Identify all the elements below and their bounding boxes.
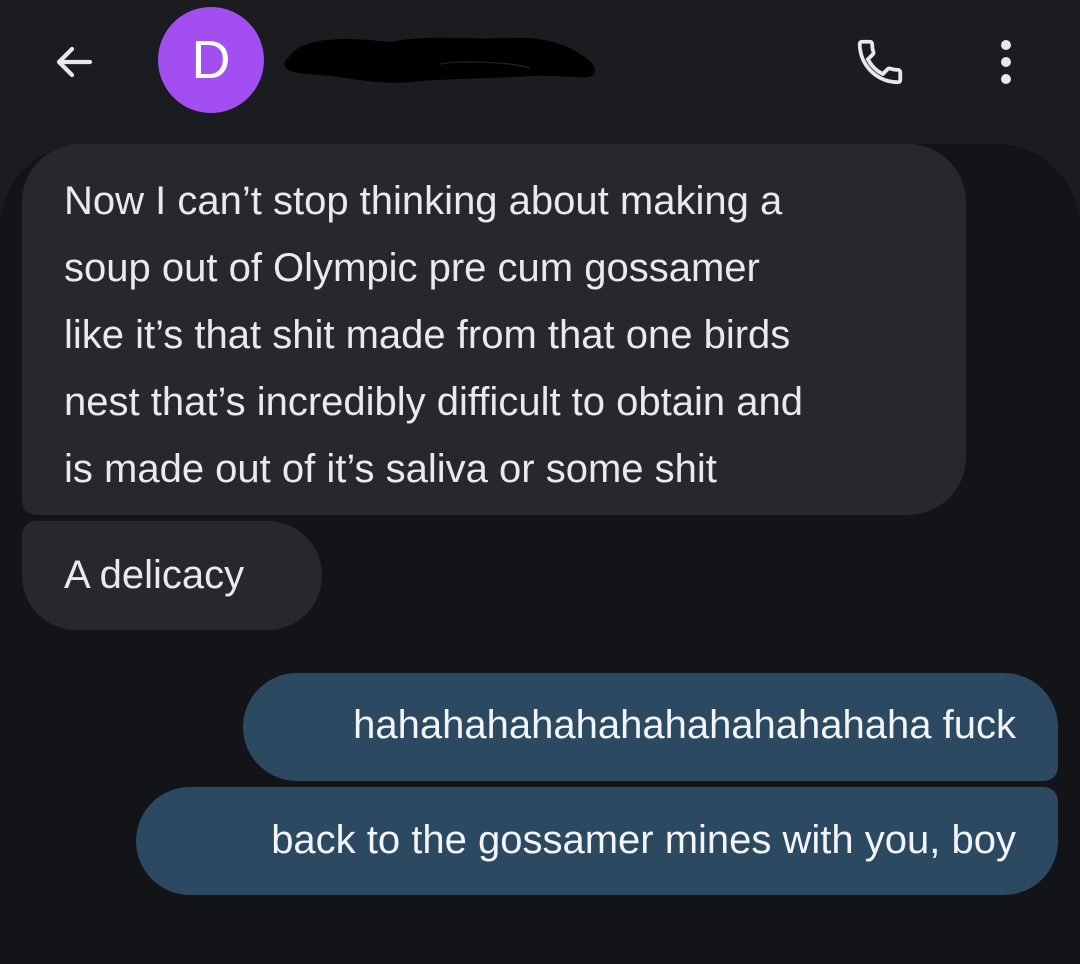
message-line: is made out of it’s saliva or some shit [64,447,717,491]
message-line: nest that’s incredibly difficult to obta… [64,380,803,424]
message-text: hahahahahahahahahahahahaha fuck [353,703,1016,747]
call-button[interactable] [848,30,912,94]
avatar[interactable]: D [158,7,264,113]
message-text: A delicacy [64,553,245,597]
message-line: like it’s that shit made from that one b… [64,313,791,357]
contact-name-redaction [284,37,595,83]
more-vert-icon [1001,40,1011,84]
phone-icon [857,39,903,85]
outgoing-message[interactable]: hahahahahahahahahahahahaha fuck [243,673,1058,781]
incoming-message[interactable]: Now I can’t stop thinking about making a… [22,144,966,515]
back-button[interactable] [42,30,106,94]
conversation-header: D [0,0,1080,120]
avatar-letter: D [191,30,231,90]
message-text: back to the gossamer mines with you, boy [271,818,1016,862]
message-line: Now I can’t stop thinking about making a [64,179,783,223]
arrow-left-icon [56,46,93,78]
outgoing-message[interactable]: back to the gossamer mines with you, boy [136,787,1058,895]
incoming-message[interactable]: A delicacy [22,521,322,630]
message-line: soup out of Olympic pre cum gossamer [64,246,760,290]
more-options-button[interactable] [974,30,1038,94]
